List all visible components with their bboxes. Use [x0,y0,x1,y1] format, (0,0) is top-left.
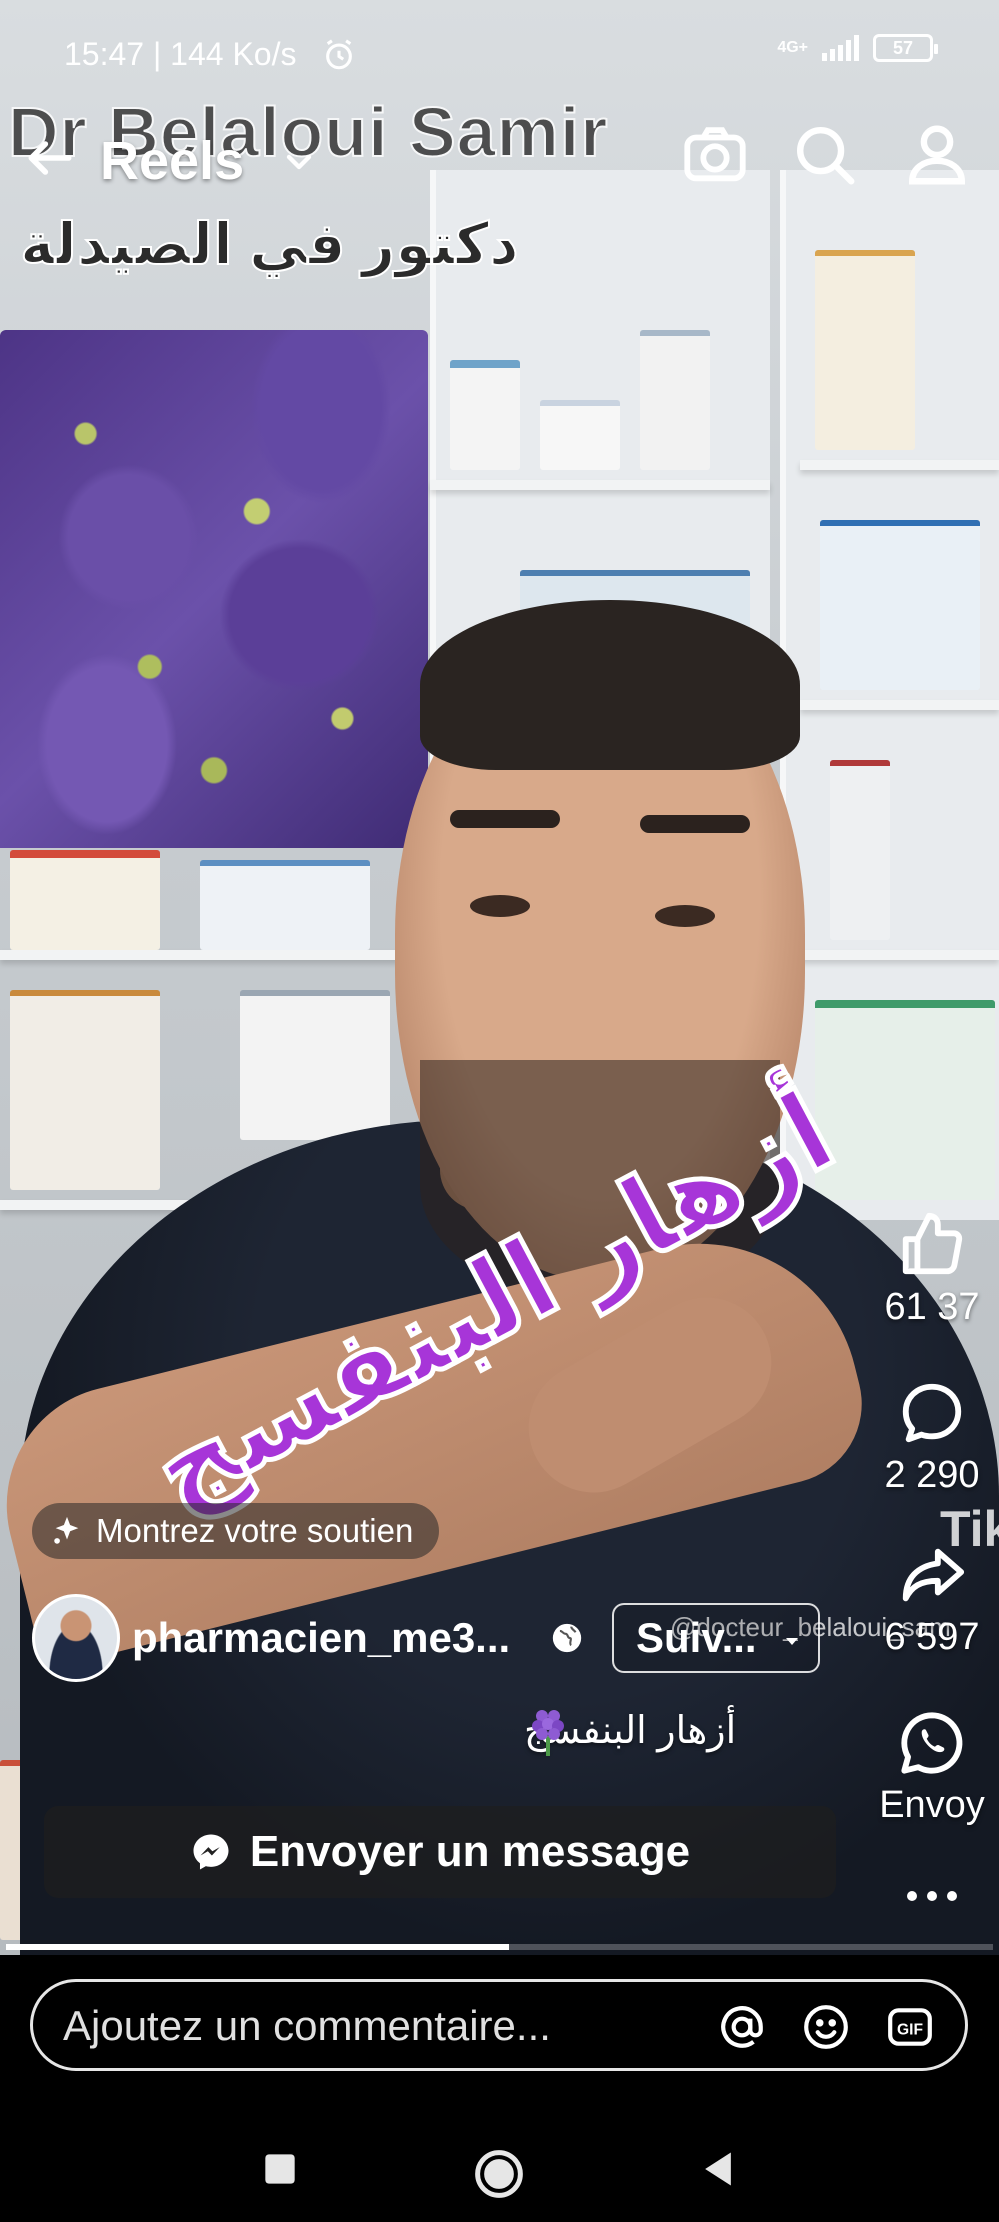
comment-bar: GIF [0,1955,999,2125]
person-eye [655,905,715,927]
camera-icon[interactable] [680,120,750,190]
more-options-icon[interactable] [900,1884,964,1908]
medicine-box [640,330,710,470]
like-count: 61 37 [884,1286,980,1328]
medicine-box [540,400,620,470]
status-time: 15:47 | 144 Ko/s [64,36,297,72]
author-name[interactable]: pharmacien_me3... [132,1614,540,1662]
follow-button[interactable]: Suiv... [612,1603,820,1673]
alarm-icon [326,39,352,70]
globe-icon [552,1623,582,1653]
share-count: 6 597 [884,1616,980,1658]
shelf-divider [430,480,770,490]
whatsapp-label: Envoy [879,1784,985,1826]
avatar[interactable] [32,1594,120,1682]
support-button[interactable]: Montrez votre soutien [32,1503,440,1559]
thumbs-up-icon[interactable] [897,1210,967,1280]
recent-apps-icon[interactable] [258,2147,302,2191]
person-hair [420,600,800,770]
share-button[interactable]: 6 597 [857,1540,999,1659]
follow-label: Suiv... [636,1614,757,1661]
send-message-label: Envoyer un message [249,1827,691,1876]
speech-bubble-icon[interactable] [897,1378,967,1448]
support-label: Montrez votre soutien [96,1512,414,1549]
chevron-down-icon[interactable] [284,150,314,174]
search-icon[interactable] [790,120,860,190]
video-progress-fill [6,1944,510,1950]
medicine-box [820,520,980,690]
comment-button[interactable]: 2 290 [857,1378,999,1497]
hyacinth-emoji-icon [526,1708,570,1766]
chevron-down-icon [786,1638,798,1645]
shelf-divider [800,950,999,960]
like-button[interactable]: 61 37 [857,1210,999,1329]
shelf-divider [800,700,999,710]
author-row: pharmacien_me3... [32,1593,584,1683]
signal-icon [822,35,859,61]
share-arrow-icon[interactable] [897,1540,967,1610]
comment-count: 2 290 [884,1454,980,1496]
arrow-left-icon[interactable] [22,130,78,186]
back-triangle-icon[interactable] [696,2147,740,2191]
home-icon[interactable] [472,2147,526,2201]
sparkle-icon [54,1516,79,1544]
medicine-box [10,850,160,950]
battery-level: 57 [892,38,914,58]
gif-icon[interactable]: GIF [885,2002,935,2052]
video-subtitle-overlay: دكتور في الصيدلة [19,211,520,278]
network-type: 4G+ [777,39,808,56]
person-eyebrow [640,815,750,833]
person-icon[interactable] [902,120,972,190]
send-message-button[interactable]: Envoyer un message [44,1806,836,1898]
medicine-box [830,760,890,940]
status-bar: 15:47 | 144 Ko/s 4G+ 57 [0,0,999,100]
whatsapp-send-button[interactable]: Envoy [857,1708,999,1827]
comment-box[interactable]: GIF [30,1979,968,2071]
whatsapp-icon[interactable] [897,1708,967,1778]
dried-violet-flowers-image [0,330,428,848]
smiley-icon[interactable] [801,2002,851,2052]
video-progress-bar[interactable] [6,1944,993,1950]
status-indicators: 4G+ 57 [777,34,938,62]
medicine-box [200,860,370,950]
shelf-divider [0,950,430,960]
comment-input[interactable] [63,2000,703,2052]
messenger-icon [193,1834,229,1870]
medicine-box [10,990,160,1190]
reels-title[interactable]: Reels [100,130,244,192]
medicine-box [450,360,520,470]
gif-label: GIF [897,2021,923,2038]
shelf-divider [800,460,999,470]
medicine-box [815,250,915,450]
person-eye [470,895,530,917]
person-eyebrow [450,810,560,828]
system-navigation-bar [0,2125,999,2222]
at-icon[interactable] [717,2002,767,2052]
medicine-box [240,990,390,1140]
reels-header: Reels [0,110,999,200]
battery-icon: 57 [873,34,938,62]
